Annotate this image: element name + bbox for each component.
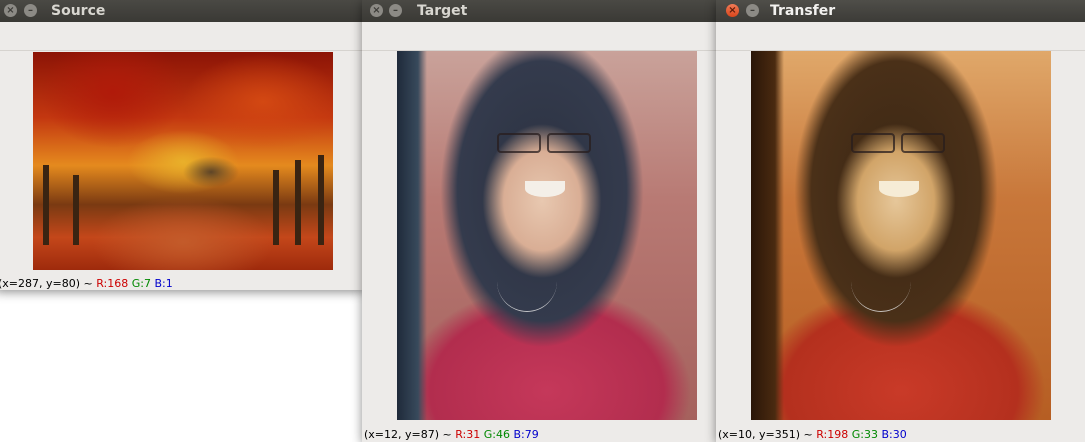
target-window[interactable]: × – Target (x=12, y=87) ~ R:31 G:46 B:79: [362, 0, 719, 442]
minimize-icon[interactable]: –: [389, 4, 402, 17]
red-value: R:168: [96, 277, 129, 290]
necklace: [497, 251, 557, 312]
source-image: [33, 52, 333, 270]
transfer-toolbar: [716, 22, 1085, 51]
glasses-left: [497, 133, 541, 153]
glasses-right: [547, 133, 591, 153]
red-value: R:31: [455, 428, 481, 441]
necklace: [851, 251, 911, 312]
source-window[interactable]: × – Source (x=287, y=80) ~ R:168 G:7 B:1: [0, 0, 365, 290]
blue-value: B:79: [513, 428, 539, 441]
window-title: Source: [51, 3, 106, 19]
pixel-coordinates: (x=12, y=87) ~: [364, 428, 456, 441]
tree-trunk: [318, 155, 324, 245]
target-titlebar[interactable]: × – Target: [362, 0, 719, 22]
tree-trunk: [295, 160, 301, 245]
close-icon[interactable]: ×: [4, 4, 17, 17]
window-title: Transfer: [770, 3, 836, 19]
target-image: [397, 51, 697, 420]
glasses-left: [851, 133, 895, 153]
status-bar: (x=10, y=351) ~ R:198 G:33 B:30: [718, 428, 907, 441]
transfer-image: [751, 51, 1051, 420]
glasses-right: [901, 133, 945, 153]
pixel-coordinates: (x=10, y=351) ~: [718, 428, 817, 441]
blue-value: B:30: [881, 428, 907, 441]
green-value: G:33: [851, 428, 878, 441]
minimize-icon[interactable]: –: [746, 4, 759, 17]
target-toolbar: [362, 22, 719, 51]
close-icon[interactable]: ×: [370, 4, 383, 17]
source-toolbar: [0, 22, 365, 51]
green-value: G:7: [131, 277, 151, 290]
status-bar: (x=12, y=87) ~ R:31 G:46 B:79: [364, 428, 539, 441]
transfer-titlebar[interactable]: × – Transfer: [716, 0, 1085, 22]
blue-value: B:1: [154, 277, 173, 290]
red-value: R:198: [816, 428, 849, 441]
green-value: G:46: [483, 428, 510, 441]
smile: [879, 181, 919, 197]
pixel-coordinates: (x=287, y=80) ~: [0, 277, 97, 290]
status-bar: (x=287, y=80) ~ R:168 G:7 B:1: [0, 277, 173, 290]
transfer-window[interactable]: × – Transfer (x=10, y=351) ~ R:198 G:33 …: [716, 0, 1085, 442]
close-icon[interactable]: ×: [726, 4, 739, 17]
tree-trunk: [43, 165, 49, 245]
tree-trunk: [273, 170, 279, 245]
minimize-icon[interactable]: –: [24, 4, 37, 17]
smile: [525, 181, 565, 197]
tree-trunk: [73, 175, 79, 245]
window-title: Target: [417, 3, 468, 19]
source-titlebar[interactable]: × – Source: [0, 0, 365, 22]
